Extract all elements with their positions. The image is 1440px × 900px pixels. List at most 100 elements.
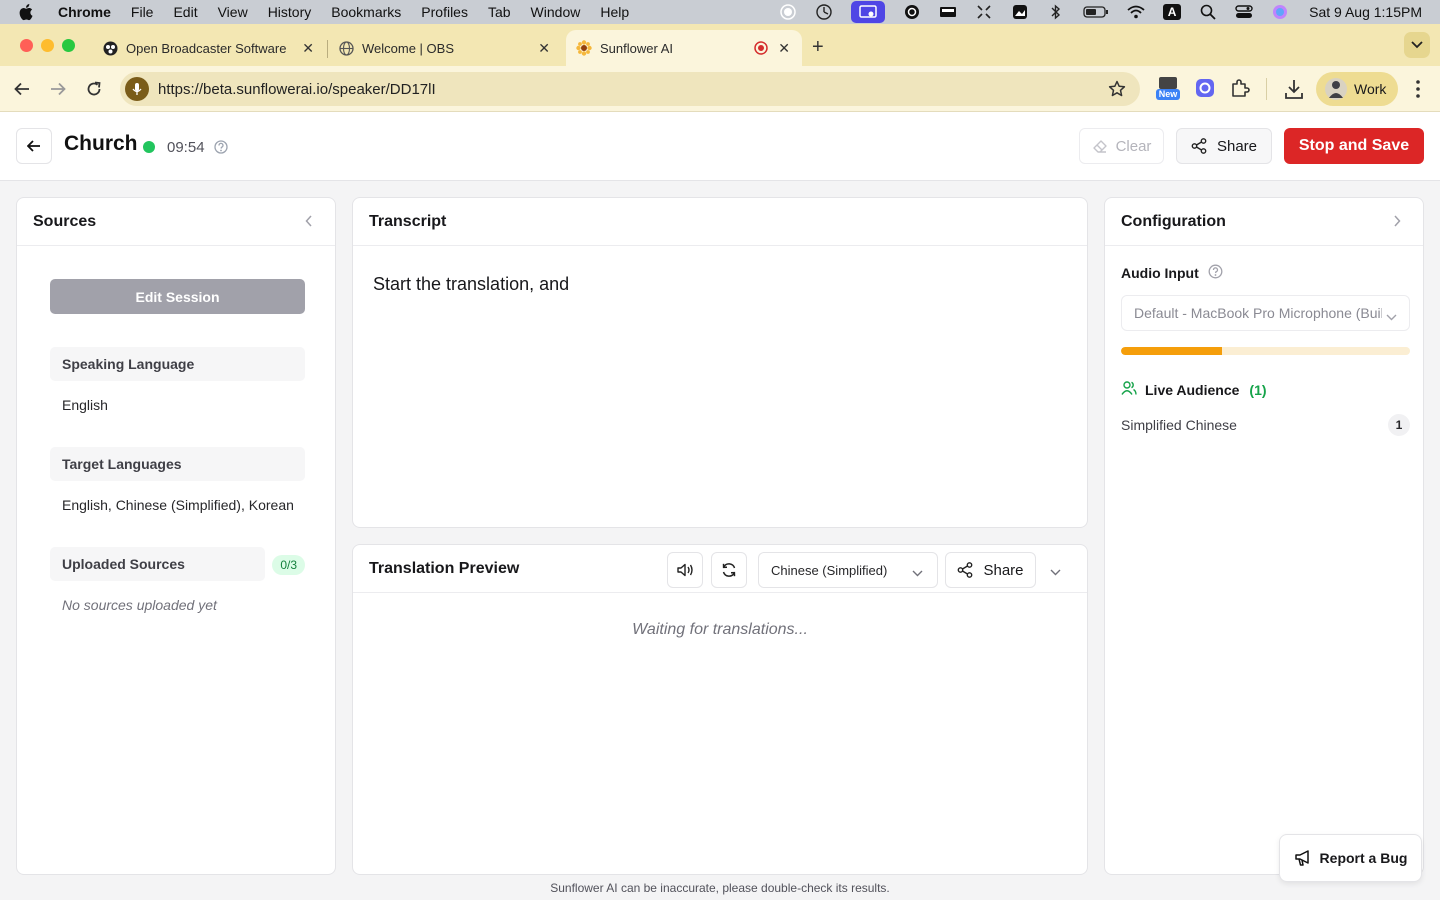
address-bar[interactable]: https://beta.sunflowerai.io/speaker/DD17… [120,72,1140,106]
maximize-window-button[interactable] [62,39,75,52]
arrow-left-icon [27,140,40,152]
menu-file[interactable]: File [121,4,164,20]
clear-button[interactable]: Clear [1079,128,1164,164]
back-button[interactable] [16,128,52,164]
help-circle-icon[interactable] [214,140,228,159]
chevron-down-icon [1386,308,1397,324]
tab-sunflower-ai[interactable]: Sunflower AI ✕ [566,30,802,66]
megaphone-icon [1294,850,1309,866]
chevron-down-icon[interactable] [1050,563,1061,581]
help-circle-icon[interactable] [1208,264,1223,282]
users-icon [1121,380,1137,399]
refresh-button[interactable] [711,552,747,588]
menu-tab[interactable]: Tab [478,4,521,20]
live-audience-header: Live Audience (1) [1121,380,1267,399]
share-icon [958,562,973,578]
tab-title: Sunflower AI [600,40,673,56]
extensions-puzzle-icon[interactable] [1230,78,1250,103]
keyboard-icon[interactable]: A [1163,4,1182,20]
close-window-button[interactable] [20,39,33,52]
audio-level-meter [1121,347,1410,355]
recording-indicator-icon [754,41,768,58]
menu-bookmarks[interactable]: Bookmarks [321,4,411,20]
target-languages-value: English, Chinese (Simplified), Korean [62,497,294,513]
edit-session-button[interactable]: Edit Session [50,279,305,314]
menu-window[interactable]: Window [521,4,591,20]
reload-icon[interactable] [82,77,106,101]
new-tab-button[interactable]: + [812,36,824,59]
configuration-panel: Configuration Audio Input Default - MacB… [1104,197,1424,875]
translation-language-select[interactable]: Chinese (Simplified) [758,552,938,588]
photo-icon[interactable] [1011,4,1029,20]
menu-view[interactable]: View [208,4,258,20]
control-center-icon[interactable] [1235,4,1253,20]
audio-input-text: Audio Input [1121,265,1199,281]
close-tab-icon[interactable]: ✕ [778,40,790,57]
profile-button[interactable]: Work [1316,72,1398,106]
uploaded-count-badge: 0/3 [272,555,305,575]
eraser-icon [1092,140,1107,153]
transcript-title: Transcript [369,212,447,230]
siri-icon[interactable] [1271,4,1289,20]
menu-clock[interactable]: Sat 9 Aug 1:15PM [1309,4,1422,20]
translation-share-button[interactable]: Share [945,552,1036,588]
waiting-text: Waiting for translations... [632,621,808,638]
menu-edit[interactable]: Edit [163,4,207,20]
extension-blue-icon[interactable] [1195,78,1215,103]
menu-history[interactable]: History [258,4,322,20]
wifi-icon[interactable] [1127,4,1145,20]
tab-welcome-obs[interactable]: Welcome | OBS ✕ [328,30,562,66]
close-tab-icon[interactable]: ✕ [538,40,550,57]
chevron-right-icon[interactable] [1393,214,1401,232]
search-icon[interactable] [1199,4,1217,20]
profile-name: Work [1354,81,1387,97]
close-tab-icon[interactable]: ✕ [302,40,314,57]
list-item: Simplified Chinese 1 [1121,414,1410,436]
chevron-down-icon [1411,41,1423,49]
chevron-left-icon[interactable] [305,214,313,232]
menu-help[interactable]: Help [590,4,639,20]
refresh-icon [722,563,736,577]
dots-icon[interactable] [975,4,993,20]
toolbar-divider [1266,78,1267,100]
download-icon[interactable] [1284,78,1304,105]
globe-icon [338,40,354,56]
stop-and-save-button[interactable]: Stop and Save [1284,128,1424,164]
sunflower-icon [576,40,592,56]
timer-icon[interactable] [815,4,833,20]
apple-icon[interactable] [18,3,36,21]
tab-obs-download[interactable]: Open Broadcaster Software | ✕ [92,30,326,66]
menu-profiles[interactable]: Profiles [411,4,478,20]
target-languages-label: Target Languages [50,447,305,481]
transcript-header: Transcript [353,198,1087,246]
bookmark-star-icon[interactable] [1108,80,1126,103]
speaker-icon [677,563,693,577]
share-button[interactable]: Share [1176,128,1272,164]
audio-input-select[interactable]: Default - MacBook Pro Microphone (Built-… [1121,295,1410,331]
menu-app-name[interactable]: Chrome [54,4,121,20]
translation-preview-title: Translation Preview [369,559,520,577]
screen-share-icon[interactable] [851,1,886,23]
audience-language-count: 1 [1388,414,1410,436]
forward-icon[interactable] [46,77,70,101]
chat-icon[interactable] [903,4,921,20]
transcript-text: Start the translation, and [373,274,570,294]
report-bug-button[interactable]: Report a Bug [1279,834,1422,882]
record-icon[interactable] [779,4,797,20]
battery-icon[interactable] [1083,4,1109,20]
disclaimer-text: Sunflower AI can be inaccurate, please d… [550,881,890,895]
tab-title: Welcome | OBS [362,40,454,56]
minimize-window-button[interactable] [41,39,54,52]
more-menu-icon[interactable] [1410,79,1426,104]
extension-badge: New [1158,89,1178,99]
audio-level-fill [1121,347,1223,355]
audio-toggle-button[interactable] [667,552,703,588]
bluetooth-icon[interactable] [1047,4,1065,20]
battery-app-icon[interactable] [939,4,957,20]
avatar [1325,78,1347,100]
tab-search-button[interactable] [1404,32,1430,58]
browser-toolbar: https://beta.sunflowerai.io/speaker/DD17… [0,66,1440,112]
extension-new-icon[interactable]: New [1156,76,1180,107]
back-icon[interactable] [10,77,34,101]
microphone-permission-icon[interactable] [125,77,149,101]
